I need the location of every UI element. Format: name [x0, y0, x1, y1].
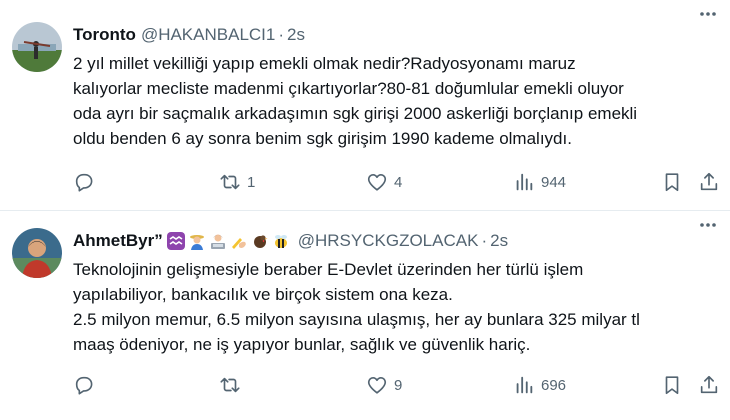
retweet-count: 1	[247, 173, 256, 191]
timestamp[interactable]: 2s	[490, 231, 508, 251]
like-button[interactable]: 4	[366, 171, 402, 193]
user-handle[interactable]: @HRSYCKGZOLACAK	[298, 231, 479, 251]
tweet-header: Toronto @HAKANBALCI1 · 2s	[73, 24, 714, 46]
tweet-text: 2 yıl millet vekilliği yapıp emekli olma…	[73, 54, 638, 148]
aquarius-icon	[166, 232, 185, 250]
tweet[interactable]: AhmetByr” @HRSYCKGZOLACAK · 2s Teknoloji…	[0, 211, 730, 420]
technologist-icon	[209, 232, 227, 250]
timestamp[interactable]: 2s	[287, 25, 305, 45]
avatar[interactable]	[12, 228, 62, 278]
writing-hand-icon	[230, 232, 248, 250]
views-button[interactable]: 944	[513, 171, 566, 193]
bookmark-button[interactable]	[661, 171, 683, 193]
retweet-button[interactable]	[219, 374, 247, 396]
tweet-text: Teknolojinin gelişmesiyle beraber E-Devl…	[73, 260, 640, 354]
name-emojis	[166, 232, 293, 250]
heart-icon	[367, 174, 387, 191]
like-button[interactable]: 9	[366, 374, 402, 396]
views-chart-icon	[516, 173, 533, 191]
bee-icon	[272, 232, 290, 250]
farmer-icon	[188, 232, 206, 250]
display-name[interactable]: Toronto	[73, 25, 136, 45]
views-count: 696	[541, 376, 567, 394]
turkey-icon	[251, 232, 269, 250]
separator-dot: ·	[481, 231, 488, 250]
like-count: 4	[394, 173, 403, 191]
avatar[interactable]	[12, 22, 62, 72]
views-button[interactable]: 696	[513, 374, 566, 396]
views-count: 944	[541, 173, 567, 191]
bookmark-icon	[665, 173, 679, 192]
tweet[interactable]: Toronto @HAKANBALCI1 · 2s 2 yıl millet v…	[0, 0, 730, 211]
separator-dot: ·	[278, 25, 285, 44]
more-options-icon[interactable]	[698, 215, 718, 235]
action-bar: 1 4 944	[73, 170, 718, 194]
heart-icon	[367, 377, 387, 394]
tweet-header: AhmetByr” @HRSYCKGZOLACAK · 2s	[73, 230, 714, 252]
reply-button[interactable]	[73, 374, 101, 396]
retweet-icon	[220, 174, 240, 190]
share-icon	[700, 375, 718, 394]
more-options-icon[interactable]	[698, 4, 718, 24]
display-name[interactable]: AhmetByr”	[73, 231, 163, 251]
reply-button[interactable]	[73, 171, 101, 193]
user-handle[interactable]: @HAKANBALCI1	[141, 25, 275, 45]
retweet-icon	[220, 377, 240, 393]
reply-icon	[75, 376, 93, 395]
reply-icon	[75, 173, 93, 192]
views-chart-icon	[516, 376, 533, 394]
share-button[interactable]	[698, 171, 720, 193]
bookmark-icon	[665, 376, 679, 395]
bookmark-button[interactable]	[661, 374, 683, 396]
like-count: 9	[394, 376, 403, 394]
retweet-button[interactable]: 1	[219, 171, 255, 193]
share-icon	[700, 172, 718, 191]
action-bar: 9 696	[73, 373, 718, 397]
share-button[interactable]	[698, 374, 720, 396]
